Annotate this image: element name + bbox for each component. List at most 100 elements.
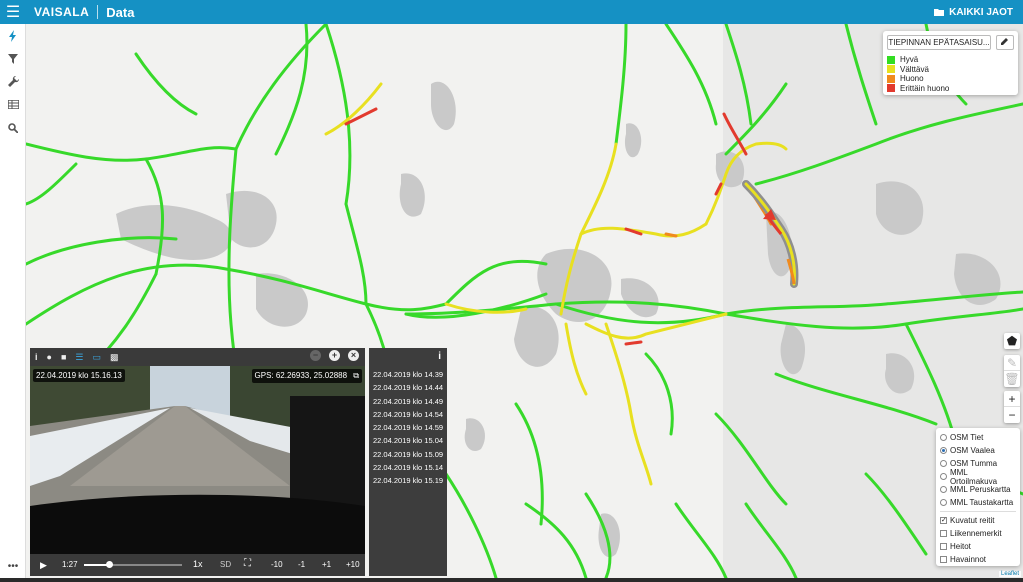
elapsed-time: 1:27 xyxy=(62,560,78,569)
brand-logo: VAISALA xyxy=(34,5,99,19)
checkbox[interactable] xyxy=(940,530,947,537)
zoom-control: + − xyxy=(1004,391,1020,423)
filter-icon xyxy=(8,53,18,64)
sidebar-item-data[interactable] xyxy=(0,24,26,47)
screen-icon[interactable]: ▭ xyxy=(92,352,101,363)
radio-button[interactable] xyxy=(940,486,947,493)
legend-item: Välttävä xyxy=(887,65,1014,75)
legend-item: Huono xyxy=(887,74,1014,84)
speed-button[interactable]: 1x xyxy=(193,559,203,569)
zoom-out-button[interactable]: − xyxy=(1004,407,1020,423)
recording-item[interactable]: 22.04.2019 klo 15.14 xyxy=(373,461,443,474)
gps-badge: GPS: 62.26933, 25.02888 ⧉ xyxy=(251,369,362,383)
legend-swatch xyxy=(887,55,895,64)
legend-swatch xyxy=(887,84,895,93)
base-layer-option[interactable]: OSM Tiet xyxy=(940,431,1016,444)
shares-label: KAIKKI JAOT xyxy=(949,6,1013,18)
layer-chooser: OSM Tiet OSM Vaalea OSM Tumma MML Ortoil… xyxy=(936,428,1020,566)
recording-item[interactable]: 22.04.2019 klo 15.09 xyxy=(373,448,443,461)
timestamp-badge: 22.04.2019 klo 15.16.13 xyxy=(33,369,125,382)
legend-panel: TIEPINNAN EPÄTASAISU... Hyvä Välttävä Hu… xyxy=(883,31,1018,95)
overlay-label: Heitot xyxy=(950,542,971,551)
sidebar-item-search[interactable] xyxy=(0,116,26,139)
overlay-label: Havainnot xyxy=(950,555,987,564)
recording-item[interactable]: 22.04.2019 klo 14.59 xyxy=(373,421,443,434)
top-bar: ☰ VAISALA Data KAIKKI JAOT xyxy=(0,0,1023,24)
overlay-label: Kuvatut reitit xyxy=(950,516,995,525)
chart-icon[interactable]: ▩ xyxy=(110,352,119,363)
sidebar-item-filter[interactable] xyxy=(0,47,26,70)
base-layer-option[interactable]: MML Ortoilmakuva xyxy=(940,468,1016,486)
map-attribution[interactable]: Leaflet xyxy=(998,571,1021,577)
sidebar-item-tools[interactable] xyxy=(0,70,26,93)
checkbox[interactable]: ✓ xyxy=(940,517,947,524)
progress-track[interactable] xyxy=(84,561,182,568)
radio-button[interactable] xyxy=(940,473,947,480)
sidebar: ••• xyxy=(0,24,26,582)
recording-item[interactable]: 22.04.2019 klo 14.39 xyxy=(373,368,443,381)
legend-item: Erittäin huono xyxy=(887,84,1014,94)
recording-list: i 22.04.2019 klo 14.39 22.04.2019 klo 14.… xyxy=(369,348,447,576)
radio-button[interactable] xyxy=(940,499,947,506)
road-camera-image xyxy=(30,366,365,554)
checkbox[interactable] xyxy=(940,543,947,550)
layer-label: OSM Tiet xyxy=(950,433,984,442)
legend-swatch xyxy=(887,65,895,74)
checkbox[interactable] xyxy=(940,556,947,563)
polygon-tool-icon[interactable]: ⬟ xyxy=(1004,333,1020,349)
recording-item[interactable]: 22.04.2019 klo 14.44 xyxy=(373,381,443,394)
wrench-icon xyxy=(7,76,19,87)
minimize-icon[interactable]: − xyxy=(310,350,321,361)
video-panel: i ● ■ ☰ ▭ ▩ − + × 22.04.2019 klo 15.16.1… xyxy=(30,348,365,576)
trash-icon[interactable]: ■ xyxy=(61,352,66,362)
skip-forward-10-button[interactable]: +10 xyxy=(346,560,360,569)
pencil-icon xyxy=(1001,38,1008,45)
marker-icon[interactable]: ● xyxy=(47,352,52,362)
video-frame[interactable]: 22.04.2019 klo 15.16.13 GPS: 62.26933, 2… xyxy=(30,366,365,554)
edit-legend-button[interactable] xyxy=(996,35,1014,50)
edit-layer-icon[interactable]: ✎ xyxy=(1004,355,1020,371)
more-menu-button[interactable]: ••• xyxy=(0,561,26,572)
recording-item[interactable]: 22.04.2019 klo 15.19 xyxy=(373,474,443,487)
overlay-option[interactable]: Liikennemerkit xyxy=(940,527,1016,540)
copy-icon[interactable]: ⧉ xyxy=(353,371,359,380)
base-layer-option[interactable]: MML Peruskartta xyxy=(940,483,1016,496)
recording-items: 22.04.2019 klo 14.39 22.04.2019 klo 14.44… xyxy=(373,368,443,488)
delete-layer-icon[interactable]: 🗑 xyxy=(1004,371,1020,387)
layer-label: MML Taustakartta xyxy=(950,498,1014,507)
layer-select-button[interactable]: TIEPINNAN EPÄTASAISU... xyxy=(887,35,991,50)
recording-item[interactable]: 22.04.2019 klo 15.04 xyxy=(373,434,443,447)
hamburger-menu-icon[interactable]: ☰ xyxy=(0,0,26,24)
base-layer-option[interactable]: OSM Vaalea xyxy=(940,444,1016,457)
shares-button[interactable]: KAIKKI JAOT xyxy=(934,0,1013,24)
recording-item[interactable]: 22.04.2019 klo 14.54 xyxy=(373,408,443,421)
sidebar-item-table[interactable] xyxy=(0,93,26,116)
radio-button[interactable] xyxy=(940,434,947,441)
progress-fill xyxy=(84,564,109,566)
recording-item[interactable]: 22.04.2019 klo 14.49 xyxy=(373,395,443,408)
overlay-option[interactable]: ✓ Kuvatut reitit xyxy=(940,514,1016,527)
radio-button[interactable] xyxy=(940,460,947,467)
video-toolbar: i ● ■ ☰ ▭ ▩ − + × xyxy=(30,348,365,366)
base-layer-option[interactable]: MML Taustakartta xyxy=(940,496,1016,509)
quality-button[interactable]: SD xyxy=(220,560,231,569)
skip-forward-1-button[interactable]: +1 xyxy=(322,560,331,569)
progress-knob[interactable] xyxy=(105,561,113,568)
skip-back-1-button[interactable]: -1 xyxy=(298,560,305,569)
legend-item: Hyvä xyxy=(887,55,1014,65)
list-icon[interactable]: ☰ xyxy=(75,352,83,363)
info-icon[interactable]: i xyxy=(438,351,441,362)
fullscreen-icon[interactable]: ⛶ xyxy=(244,558,251,569)
zoom-in-button[interactable]: + xyxy=(1004,391,1020,407)
close-icon[interactable]: × xyxy=(348,350,359,361)
expand-icon[interactable]: + xyxy=(329,350,340,361)
radio-button[interactable] xyxy=(940,447,947,454)
legend-label: Hyvä xyxy=(900,55,919,65)
overlay-option[interactable]: Heitot xyxy=(940,540,1016,553)
play-icon[interactable]: ▶ xyxy=(40,560,47,571)
info-icon[interactable]: i xyxy=(35,352,38,362)
divider xyxy=(940,511,1016,512)
overlay-option[interactable]: Havainnot xyxy=(940,553,1016,566)
page-title: Data xyxy=(106,4,135,20)
skip-back-10-button[interactable]: -10 xyxy=(271,560,283,569)
